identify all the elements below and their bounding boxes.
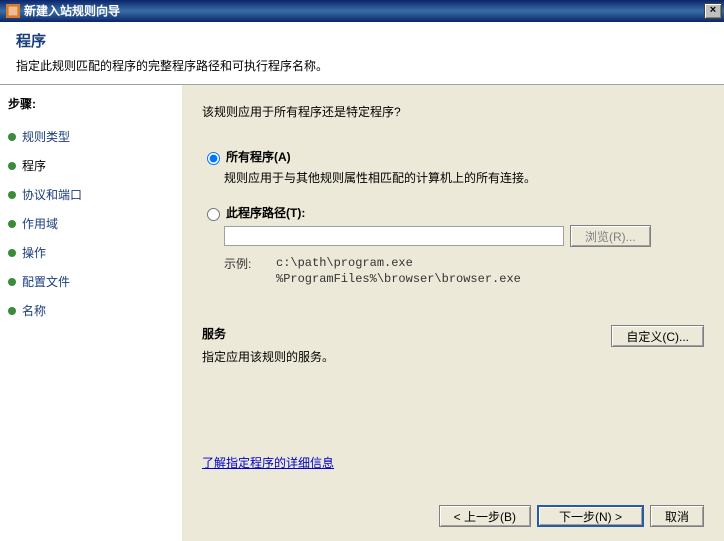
radio-all-programs[interactable] (207, 152, 220, 165)
header: 程序 指定此规则匹配的程序的完整程序路径和可执行程序名称。 (0, 22, 724, 85)
bullet-icon (8, 249, 16, 257)
steps-label: 步骤: (8, 95, 174, 112)
step-action[interactable]: 操作 (8, 238, 174, 267)
step-label: 操作 (22, 244, 46, 261)
app-icon (6, 4, 20, 18)
example-text: c:\path\program.exe %ProgramFiles%\brows… (276, 255, 521, 287)
bullet-icon (8, 307, 16, 315)
next-button[interactable]: 下一步(N) > (537, 505, 644, 527)
option-all-label: 所有程序(A) (226, 148, 291, 165)
option-path-label: 此程序路径(T): (226, 204, 305, 221)
learn-more-link[interactable]: 了解指定程序的详细信息 (202, 454, 334, 471)
window-title: 新建入站规则向导 (24, 0, 120, 22)
bullet-icon (8, 191, 16, 199)
example-label: 示例: (224, 255, 276, 287)
wizard-footer: < 上一步(B) 下一步(N) > 取消 (439, 505, 704, 527)
step-profile[interactable]: 配置文件 (8, 267, 174, 296)
program-path-input[interactable] (224, 226, 564, 246)
content-pane: 该规则应用于所有程序还是特定程序? 所有程序(A) 规则应用于与其他规则属性相匹… (182, 85, 724, 541)
option-all-programs[interactable]: 所有程序(A) (202, 148, 704, 165)
titlebar: 新建入站规则向导 × (0, 0, 724, 22)
question-text: 该规则应用于所有程序还是特定程序? (202, 103, 704, 120)
page-subtitle: 指定此规则匹配的程序的完整程序路径和可执行程序名称。 (16, 57, 708, 74)
step-program[interactable]: 程序 (8, 151, 174, 180)
services-desc: 指定应用该规则的服务。 (202, 348, 595, 365)
cancel-button[interactable]: 取消 (650, 505, 704, 527)
step-rule-type[interactable]: 规则类型 (8, 122, 174, 151)
step-label: 名称 (22, 302, 46, 319)
bullet-icon (8, 278, 16, 286)
browse-button[interactable]: 浏览(R)... (570, 225, 651, 247)
close-button[interactable]: × (704, 3, 722, 19)
bullet-icon (8, 133, 16, 141)
step-protocol-port[interactable]: 协议和端口 (8, 180, 174, 209)
option-all-desc: 规则应用于与其他规则属性相匹配的计算机上的所有连接。 (224, 169, 704, 186)
bullet-icon (8, 220, 16, 228)
radio-program-path[interactable] (207, 208, 220, 221)
step-label: 作用域 (22, 215, 58, 232)
step-scope[interactable]: 作用域 (8, 209, 174, 238)
step-label: 规则类型 (22, 128, 70, 145)
services-title: 服务 (202, 325, 595, 342)
bullet-icon (8, 162, 16, 170)
steps-sidebar: 步骤: 规则类型 程序 协议和端口 作用域 操作 配置文件 名称 (0, 85, 182, 541)
step-label: 协议和端口 (22, 186, 82, 203)
page-title: 程序 (16, 30, 708, 51)
step-name[interactable]: 名称 (8, 296, 174, 325)
step-label: 程序 (22, 157, 46, 174)
option-program-path[interactable]: 此程序路径(T): (202, 204, 704, 221)
customize-button[interactable]: 自定义(C)... (611, 325, 704, 347)
step-label: 配置文件 (22, 273, 70, 290)
back-button[interactable]: < 上一步(B) (439, 505, 531, 527)
